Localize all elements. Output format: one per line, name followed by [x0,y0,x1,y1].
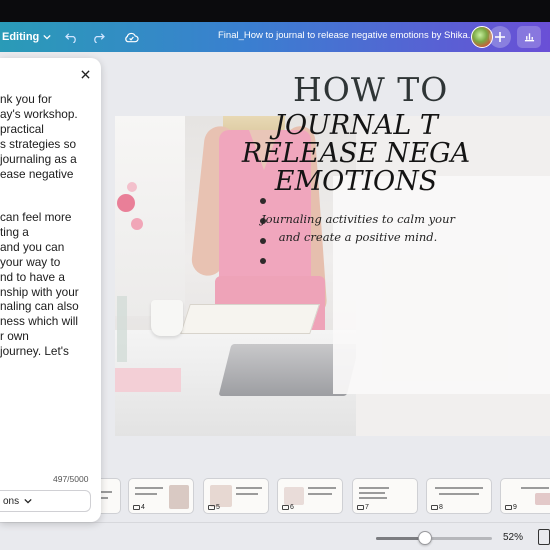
page-number: 9 [505,504,517,511]
photo-flower [117,194,135,212]
notes-line: ness which will [0,314,79,329]
thumb-text [236,487,262,489]
thumb-text [521,487,549,489]
page-number-label: 9 [513,504,517,511]
page-number: 6 [282,504,294,511]
page-number: 7 [357,504,369,511]
thumb-image [535,493,550,505]
thumb-text [359,492,385,494]
notes-line: nship with your [0,284,79,299]
notes-line: journaling as a [0,151,77,166]
notes-line: and you can [0,239,65,254]
photo-notebook [180,304,320,334]
page-thumbnail[interactable]: 5 [203,478,269,514]
page-number-label: 5 [216,504,220,511]
page-number-label: 8 [439,504,443,511]
zoom-percentage[interactable]: 52% [503,532,523,543]
photo-flower [131,218,143,230]
chevron-down-icon [24,498,32,504]
notes-icon [208,505,215,510]
thumb-text [308,487,336,489]
page-number: 5 [208,504,220,511]
bottom-toolbar [0,522,550,550]
title-card[interactable] [333,176,550,394]
notes-line: your way to [0,254,61,269]
grid-view-icon[interactable] [538,529,550,545]
thumb-text [439,493,479,495]
notes-icon [282,505,289,510]
cloud-saved-icon[interactable] [122,28,140,46]
notes-options-button[interactable]: ons [0,490,91,512]
thumb-text [359,497,387,499]
top-strip [0,0,550,22]
page-thumbnail[interactable]: 8 [426,478,492,514]
page-thumbnail[interactable]: 4 [128,478,194,514]
notes-line: ting a [0,224,29,239]
photo-window [115,116,185,316]
page-thumbnail[interactable]: 7 [352,478,418,514]
insights-button[interactable] [517,26,541,48]
thumb-text [359,487,389,489]
zoom-slider-handle[interactable] [417,531,432,545]
vest-button [260,258,266,264]
notes-line: r own [0,329,29,344]
page-number-label: 7 [365,504,369,511]
bar-chart-icon [524,33,534,42]
photo-flower [127,182,137,192]
notes-line: naling can also [0,299,79,314]
plus-icon [495,32,505,42]
notes-line: ease negative [0,166,74,181]
thumb-text [135,493,157,495]
page-number: 4 [133,504,145,511]
notes-paragraph[interactable]: nk you for ay's workshop. practical s strat… [0,92,101,181]
close-icon [80,69,90,79]
thumb-text [236,493,258,495]
notes-icon [133,505,140,510]
notes-line: ay's workshop. [0,106,78,121]
thumb-image [284,487,304,505]
notes-line: s strategies so [0,136,77,151]
document-title[interactable]: Final_How to journal to release negative… [218,30,476,41]
notes-icon [505,505,512,510]
editing-mode-dropdown[interactable]: Editing [0,31,51,43]
thumb-text [308,493,332,495]
notes-paragraph[interactable]: can feel more ting a and you can your way t… [0,210,101,359]
vest-button [260,198,266,204]
notes-line: nk you for [0,92,52,106]
page-number-label: 4 [141,504,145,511]
photo-mug [151,300,183,336]
chevron-down-icon [43,34,51,40]
thumb-text [435,487,483,489]
page-number-label: 6 [290,504,294,511]
undo-icon[interactable] [62,28,80,46]
notes-line: can feel more [0,210,72,224]
notes-line: nd to have a [0,269,65,284]
slide-heading[interactable]: HOW TO [293,70,448,109]
page-thumbnail[interactable]: 6 [277,478,343,514]
thumb-image [169,485,189,509]
notes-line: practical [0,121,44,136]
add-collaborator-button[interactable] [489,26,511,48]
character-count: 497/5000 [53,474,89,484]
close-notes-button[interactable] [77,66,93,82]
page-thumbnail[interactable]: 9 [500,478,550,514]
editor-header: Editing Final_How to journal to release … [0,22,550,52]
notes-icon [357,505,364,510]
slide-title[interactable]: JOURNAL T RELEASE NEGA EMOTIONS [226,112,486,196]
notes-line: journey. Let's [0,344,69,359]
photo-pink-book [115,368,181,392]
photo-vase [117,296,127,362]
thumb-text [135,487,163,489]
editing-label: Editing [2,31,40,43]
slide-subtitle[interactable]: Journaling activities to calm your and c… [258,210,458,246]
page-number: 8 [431,504,443,511]
notes-icon [431,505,438,510]
notes-options-label: ons [3,495,20,507]
redo-icon[interactable] [89,28,107,46]
notes-panel: nk you for ay's workshop. practical s strat… [0,58,101,522]
